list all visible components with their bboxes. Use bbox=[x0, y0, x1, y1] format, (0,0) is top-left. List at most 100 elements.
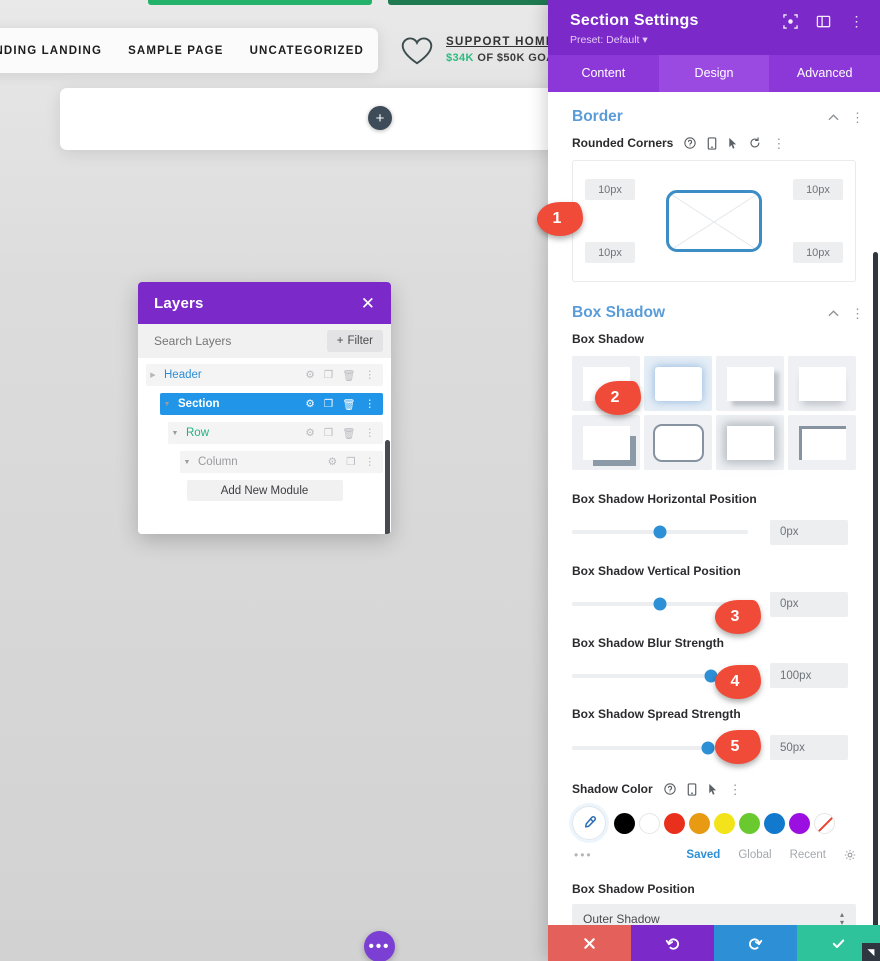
duplicate-icon[interactable]: ❐ bbox=[324, 398, 333, 410]
box-shadow-preset-soft-halo[interactable] bbox=[716, 415, 784, 470]
kebab-icon[interactable]: ⋮ bbox=[365, 398, 376, 410]
layer-item-row[interactable]: ▼ Row ⚙ ❐ 🗑 ⋮ bbox=[168, 422, 383, 444]
resize-handle[interactable]: ◥ bbox=[862, 943, 880, 961]
responsive-icon[interactable] bbox=[687, 783, 697, 796]
chevron-down-icon[interactable]: ▼ bbox=[160, 401, 174, 408]
link-icon[interactable] bbox=[666, 190, 678, 202]
duplicate-icon[interactable]: ❐ bbox=[324, 427, 333, 439]
gear-icon[interactable] bbox=[844, 849, 856, 861]
more-colors-icon[interactable]: ••• bbox=[574, 848, 593, 862]
swatch-blue[interactable] bbox=[764, 812, 785, 834]
trash-icon[interactable]: 🗑 bbox=[342, 398, 355, 411]
builder-menu-button[interactable]: ••• bbox=[364, 931, 395, 961]
box-shadow-vertical-value[interactable]: 0px bbox=[770, 591, 848, 617]
hover-icon[interactable] bbox=[708, 783, 718, 796]
box-shadow-preset-drop-bottom[interactable] bbox=[788, 356, 856, 411]
kebab-icon[interactable]: ⋮ bbox=[772, 137, 785, 150]
chevron-down-icon[interactable]: ▼ bbox=[180, 459, 194, 466]
close-icon[interactable]: ✕ bbox=[361, 295, 375, 312]
reset-icon[interactable] bbox=[749, 137, 761, 149]
corner-bottom-right-input[interactable]: 10px bbox=[793, 242, 843, 263]
kebab-icon[interactable]: ⋮ bbox=[365, 369, 376, 381]
box-shadow-preset-outline[interactable] bbox=[644, 415, 712, 470]
swatch-black[interactable] bbox=[614, 812, 635, 834]
slider-thumb[interactable] bbox=[701, 741, 715, 755]
duplicate-icon[interactable]: ❐ bbox=[346, 456, 355, 468]
add-section-icon[interactable]: + bbox=[368, 106, 392, 130]
gear-icon[interactable]: ⚙ bbox=[328, 456, 337, 468]
box-shadow-blur-value[interactable]: 100px bbox=[770, 663, 848, 689]
chevron-down-icon[interactable]: ▼ bbox=[168, 430, 182, 437]
gear-icon[interactable]: ⚙ bbox=[305, 369, 314, 381]
box-shadow-preset-hard-offset[interactable] bbox=[572, 415, 640, 470]
color-tab-global[interactable]: Global bbox=[738, 849, 771, 861]
cancel-button[interactable] bbox=[548, 925, 631, 961]
slider-thumb[interactable] bbox=[653, 597, 667, 611]
preset-selector[interactable]: Preset: Default ▾ bbox=[570, 34, 864, 46]
box-shadow-group-header[interactable]: Box Shadow ⋮ bbox=[548, 282, 880, 332]
nav-link-sample-page[interactable]: SAMPLE PAGE bbox=[128, 45, 224, 57]
help-icon[interactable] bbox=[663, 783, 676, 796]
box-shadow-position-select[interactable]: Outer Shadow bbox=[572, 904, 856, 925]
swatch-orange[interactable] bbox=[689, 812, 710, 834]
kebab-icon[interactable]: ⋮ bbox=[729, 783, 742, 796]
support-home-title[interactable]: SUPPORT HOME bbox=[446, 35, 555, 51]
eyedropper-icon[interactable] bbox=[572, 806, 606, 841]
section-settings-panel: Section Settings ⋮ Preset: Default ▾ Con… bbox=[548, 0, 880, 961]
slider-thumb[interactable] bbox=[653, 525, 667, 539]
swatch-green[interactable] bbox=[739, 812, 760, 834]
trash-icon[interactable]: 🗑 bbox=[342, 369, 355, 382]
kebab-icon[interactable]: ⋮ bbox=[849, 13, 864, 29]
trash-icon[interactable]: 🗑 bbox=[342, 427, 355, 440]
corner-top-left-input[interactable]: 10px bbox=[585, 179, 635, 200]
border-group-header[interactable]: Border ⋮ bbox=[548, 92, 880, 136]
gear-icon[interactable]: ⚙ bbox=[305, 398, 314, 410]
tab-advanced[interactable]: Advanced bbox=[769, 55, 880, 92]
kebab-icon[interactable]: ⋮ bbox=[365, 456, 376, 468]
search-layers-input[interactable] bbox=[154, 334, 294, 348]
swatch-yellow[interactable] bbox=[714, 812, 735, 834]
nav-link-uncategorized[interactable]: UNCATEGORIZED bbox=[250, 45, 364, 57]
duplicate-icon[interactable]: ❐ bbox=[324, 369, 333, 381]
color-tab-recent[interactable]: Recent bbox=[790, 849, 826, 861]
settings-scrollbar[interactable] bbox=[873, 252, 878, 925]
redo-icon bbox=[749, 937, 763, 950]
swatch-purple[interactable] bbox=[789, 812, 810, 834]
box-shadow-preset-glow[interactable] bbox=[644, 356, 712, 411]
nav-link-crowdfunding-landing[interactable]: WDFUNDING LANDING bbox=[0, 45, 102, 57]
layout-icon[interactable] bbox=[816, 14, 831, 29]
responsive-icon[interactable] bbox=[707, 136, 717, 150]
help-icon[interactable] bbox=[684, 137, 697, 149]
box-shadow-spread-value[interactable]: 50px bbox=[770, 735, 848, 761]
redo-button[interactable] bbox=[714, 925, 797, 961]
kebab-icon[interactable]: ⋮ bbox=[851, 111, 864, 124]
tab-content[interactable]: Content bbox=[548, 55, 659, 92]
layer-item-column[interactable]: ▼ Column ⚙ ❐ ⋮ bbox=[180, 451, 383, 473]
chevron-up-icon[interactable] bbox=[828, 112, 839, 123]
filter-button[interactable]: + Filter bbox=[326, 330, 383, 352]
layer-item-header[interactable]: ▶ Header ⚙ ❐ 🗑 ⋮ bbox=[146, 364, 383, 386]
corner-top-right-input[interactable]: 10px bbox=[793, 179, 843, 200]
chevron-updown-icon[interactable]: ▴ ▾ bbox=[840, 911, 844, 925]
kebab-icon[interactable]: ⋮ bbox=[365, 427, 376, 439]
chevron-up-icon[interactable] bbox=[828, 308, 839, 319]
tab-design[interactable]: Design bbox=[658, 55, 770, 92]
swatch-transparent[interactable] bbox=[814, 812, 835, 834]
box-shadow-preset-offset[interactable] bbox=[716, 356, 784, 411]
focus-icon[interactable] bbox=[783, 13, 798, 29]
layers-scrollbar[interactable] bbox=[385, 440, 390, 534]
chevron-right-icon[interactable]: ▶ bbox=[146, 371, 160, 379]
swatch-red[interactable] bbox=[664, 812, 685, 834]
gear-icon[interactable]: ⚙ bbox=[305, 427, 314, 439]
box-shadow-preset-corner-line[interactable] bbox=[788, 415, 856, 470]
color-tab-saved[interactable]: Saved bbox=[686, 849, 720, 861]
undo-button[interactable] bbox=[631, 925, 714, 961]
box-shadow-horizontal-value[interactable]: 0px bbox=[770, 519, 848, 545]
add-new-module-button[interactable]: Add New Module bbox=[186, 480, 343, 501]
kebab-icon[interactable]: ⋮ bbox=[851, 307, 864, 320]
swatch-white[interactable] bbox=[639, 812, 660, 834]
box-shadow-horizontal-slider[interactable] bbox=[572, 525, 748, 539]
hover-icon[interactable] bbox=[728, 137, 738, 150]
corner-bottom-left-input[interactable]: 10px bbox=[585, 242, 635, 263]
layer-item-section[interactable]: ▼ Section ⚙ ❐ 🗑 ⋮ bbox=[160, 393, 383, 415]
